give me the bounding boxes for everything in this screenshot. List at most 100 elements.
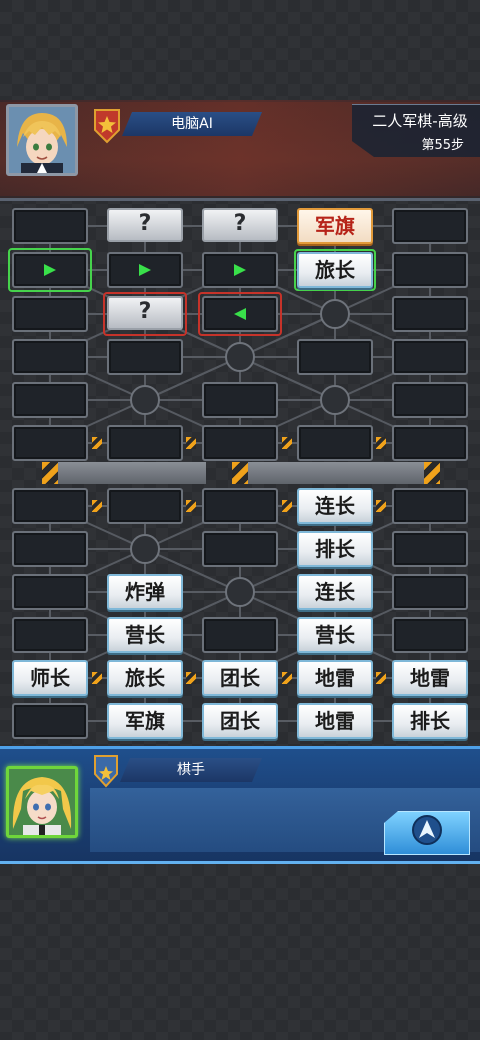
board-station[interactable] xyxy=(202,425,278,461)
board-piece[interactable]: 炸弹 xyxy=(107,574,183,610)
front-line-panel xyxy=(246,462,426,484)
selected-station-highlight xyxy=(8,248,92,292)
board-piece[interactable]: 团长 xyxy=(202,660,278,696)
piece-label: 地雷 xyxy=(315,666,355,690)
camp-circle[interactable] xyxy=(320,385,350,415)
hazard-mark xyxy=(92,500,102,512)
board-station[interactable] xyxy=(12,425,88,461)
board-station[interactable] xyxy=(392,339,468,375)
board-station[interactable] xyxy=(12,382,88,418)
piece-label: 地雷 xyxy=(410,666,450,690)
hazard-mark xyxy=(92,672,102,684)
board-station[interactable] xyxy=(392,296,468,332)
hazard-mark xyxy=(282,672,292,684)
camp-circle[interactable] xyxy=(130,385,160,415)
player-avatar-portrait xyxy=(9,769,75,835)
piece-label: 师长 xyxy=(30,666,70,690)
hazard-mark xyxy=(186,437,196,449)
board-station[interactable] xyxy=(202,617,278,653)
hazard-stripe xyxy=(42,462,58,484)
board-station[interactable] xyxy=(297,339,373,375)
hazard-mark xyxy=(282,500,292,512)
piece-label: 旅长 xyxy=(315,258,355,282)
board-station[interactable] xyxy=(12,339,88,375)
move-arrow-right-icon xyxy=(139,264,151,276)
piece-label: 排长 xyxy=(315,537,355,561)
board-piece[interactable]: 军旗 xyxy=(107,703,183,739)
board-piece[interactable]: 营长 xyxy=(107,617,183,653)
board-station[interactable] xyxy=(12,531,88,567)
board-station[interactable] xyxy=(392,208,468,244)
board-station[interactable] xyxy=(392,617,468,653)
hazard-mark xyxy=(376,500,386,512)
board-station[interactable] xyxy=(297,425,373,461)
piece-label: 军旗 xyxy=(125,709,165,733)
hidden-piece-mark: ? xyxy=(138,299,152,324)
board-piece[interactable]: 排长 xyxy=(297,531,373,567)
camp-circle[interactable] xyxy=(320,299,350,329)
board-piece[interactable]: 地雷 xyxy=(297,660,373,696)
player-name: 棋手 xyxy=(177,762,205,778)
board-piece[interactable]: 团长 xyxy=(202,703,278,739)
board-station[interactable] xyxy=(12,617,88,653)
camp-circle[interactable] xyxy=(225,342,255,372)
board-piece[interactable]: 连长 xyxy=(297,574,373,610)
last-move-highlight xyxy=(198,292,282,336)
hazard-mark xyxy=(186,672,196,684)
piece-label: 旅长 xyxy=(125,666,165,690)
board-station[interactable] xyxy=(202,488,278,524)
board-piece[interactable]: 旅长 xyxy=(107,660,183,696)
board-station[interactable] xyxy=(12,488,88,524)
hazard-mark xyxy=(186,500,196,512)
board-piece[interactable]: 旅长 xyxy=(297,252,373,288)
hazard-mark xyxy=(282,437,292,449)
hidden-opponent-piece[interactable]: ? xyxy=(107,296,183,330)
move-arrow-right-icon xyxy=(234,264,246,276)
board-station[interactable] xyxy=(107,339,183,375)
hazard-stripe xyxy=(424,462,440,484)
board-piece[interactable]: 军旗 xyxy=(297,208,373,244)
board-station[interactable] xyxy=(392,531,468,567)
piece-label: 炸弹 xyxy=(125,580,165,604)
hazard-mark xyxy=(376,672,386,684)
player-rank-badge xyxy=(92,754,120,788)
board-station[interactable] xyxy=(107,488,183,524)
front-line-panel xyxy=(56,462,206,484)
player-avatar[interactable] xyxy=(6,766,78,838)
board-piece[interactable]: 连长 xyxy=(297,488,373,524)
board-station[interactable] xyxy=(12,703,88,739)
camp-circle[interactable] xyxy=(225,577,255,607)
board-station[interactable] xyxy=(392,574,468,610)
hidden-opponent-piece[interactable]: ? xyxy=(107,208,183,242)
piece-label: 地雷 xyxy=(315,709,355,733)
board-station[interactable] xyxy=(392,252,468,288)
piece-label: 军旗 xyxy=(315,214,355,238)
player-name-plate: 棋手 xyxy=(120,758,262,782)
camp-circle[interactable] xyxy=(130,534,160,564)
piece-label: 团长 xyxy=(220,666,260,690)
hazard-mark xyxy=(92,437,102,449)
hidden-opponent-piece[interactable]: ? xyxy=(202,208,278,242)
board-station[interactable] xyxy=(202,382,278,418)
hidden-piece-mark: ? xyxy=(138,211,152,236)
piece-label: 营长 xyxy=(125,623,165,647)
board-station[interactable] xyxy=(12,574,88,610)
board-station[interactable] xyxy=(202,531,278,567)
board-piece[interactable]: 地雷 xyxy=(297,703,373,739)
board-station[interactable] xyxy=(392,382,468,418)
navigate-arrow-icon[interactable] xyxy=(411,814,443,846)
board-station[interactable] xyxy=(107,425,183,461)
piece-label: 团长 xyxy=(220,709,260,733)
board-station[interactable] xyxy=(12,296,88,332)
board-station[interactable] xyxy=(392,425,468,461)
board-piece[interactable]: 地雷 xyxy=(392,660,468,696)
piece-label: 排长 xyxy=(410,709,450,733)
board-piece[interactable]: 营长 xyxy=(297,617,373,653)
board-piece[interactable]: 排长 xyxy=(392,703,468,739)
piece-label: 连长 xyxy=(315,580,355,604)
board-station[interactable] xyxy=(12,208,88,244)
board-station[interactable] xyxy=(392,488,468,524)
hidden-piece-mark: ? xyxy=(233,211,247,236)
board-piece[interactable]: 师长 xyxy=(12,660,88,696)
hazard-mark xyxy=(376,437,386,449)
